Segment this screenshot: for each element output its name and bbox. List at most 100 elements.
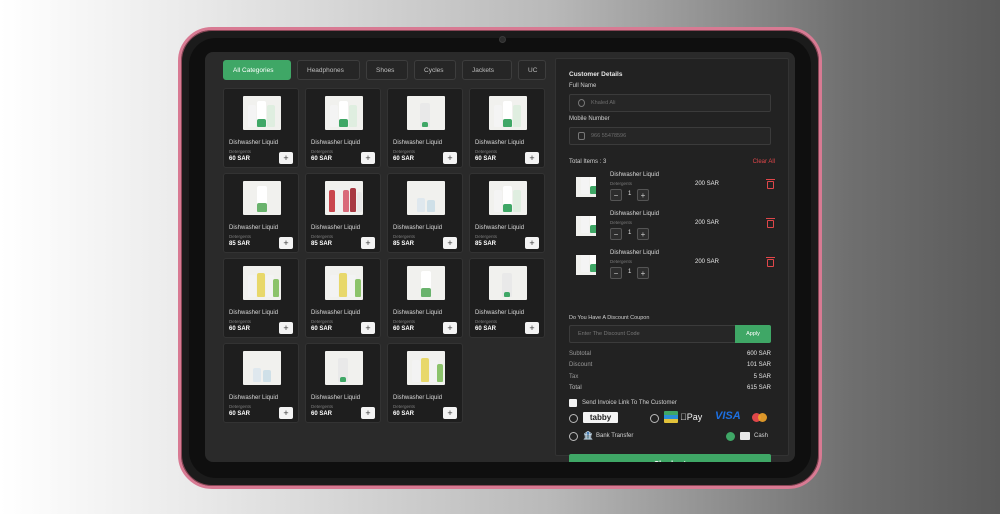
add-to-cart-button[interactable]: +	[361, 407, 375, 419]
product-category: Detergents	[475, 319, 498, 324]
product-card[interactable]: Dishwasher Liquid Detergents 60 SAR +	[387, 258, 463, 338]
trash-icon[interactable]	[766, 218, 775, 228]
full-name-label: Full Name	[569, 83, 597, 89]
category-tabs: All Categories Headphones Shoes Cycles J…	[223, 60, 546, 80]
product-name: Dishwasher Liquid	[393, 140, 443, 146]
add-to-cart-button[interactable]: +	[279, 407, 293, 419]
add-to-cart-button[interactable]: +	[279, 322, 293, 334]
product-category: Detergents	[229, 149, 252, 154]
add-to-cart-button[interactable]: +	[279, 152, 293, 164]
trash-icon[interactable]	[766, 179, 775, 189]
bank-transfer-radio[interactable]	[569, 432, 578, 441]
product-card[interactable]: Dishwasher Liquid Detergents 60 SAR +	[223, 343, 299, 423]
product-image	[325, 266, 363, 300]
mada-icon	[664, 411, 678, 423]
tab-cycles[interactable]: Cycles	[414, 60, 456, 80]
product-card[interactable]: Dishwasher Liquid Detergents 85 SAR +	[223, 173, 299, 253]
clear-all-button[interactable]: Clear All	[753, 159, 775, 165]
decrease-qty-button[interactable]: −	[610, 267, 622, 279]
product-name: Dishwasher Liquid	[229, 310, 279, 316]
increase-qty-button[interactable]: +	[637, 228, 649, 240]
product-price: 60 SAR	[311, 156, 333, 162]
product-price: 60 SAR	[311, 326, 333, 332]
add-to-cart-button[interactable]: +	[361, 237, 375, 249]
product-price: 85 SAR	[475, 241, 497, 247]
add-to-cart-button[interactable]: +	[525, 322, 539, 334]
product-card[interactable]: Dishwasher Liquid Detergents 60 SAR +	[387, 88, 463, 168]
invoice-option[interactable]: Send Invoice Link To The Customer	[569, 399, 677, 407]
increase-qty-button[interactable]: +	[637, 267, 649, 279]
product-image	[407, 351, 445, 385]
coupon-label: Do You Have A Discount Coupon	[569, 315, 650, 321]
add-to-cart-button[interactable]: +	[525, 152, 539, 164]
tab-uc[interactable]: UC	[518, 60, 546, 80]
tab-headphones[interactable]: Headphones	[297, 60, 360, 80]
apple-pay-label: Pay	[680, 412, 703, 422]
tab-shoes[interactable]: Shoes	[366, 60, 408, 80]
product-card[interactable]: Dishwasher Liquid Detergents 60 SAR +	[305, 258, 381, 338]
product-grid: Dishwasher Liquid Detergents 60 SAR + Di…	[223, 88, 545, 423]
product-card[interactable]: Dishwasher Liquid Detergents 60 SAR +	[223, 258, 299, 338]
add-to-cart-button[interactable]: +	[361, 322, 375, 334]
product-category: Detergents	[393, 319, 416, 324]
product-price: 60 SAR	[393, 156, 415, 162]
add-to-cart-button[interactable]: +	[443, 237, 457, 249]
product-name: Dishwasher Liquid	[311, 310, 361, 316]
invoice-checkbox[interactable]	[569, 399, 577, 407]
checkout-button[interactable]: Checkout	[569, 454, 771, 462]
trash-icon[interactable]	[766, 257, 775, 267]
increase-qty-button[interactable]: +	[637, 189, 649, 201]
product-image	[243, 96, 281, 130]
add-to-cart-button[interactable]: +	[443, 152, 457, 164]
product-name: Dishwasher Liquid	[475, 140, 525, 146]
visa-logo: VISA	[715, 410, 741, 422]
product-image	[407, 181, 445, 215]
product-price: 60 SAR	[475, 326, 497, 332]
cash-label: Cash	[754, 433, 769, 439]
add-to-cart-button[interactable]: +	[361, 152, 375, 164]
subtotal-value: 600 SAR	[746, 351, 771, 357]
add-to-cart-button[interactable]: +	[443, 322, 457, 334]
product-card[interactable]: Dishwasher Liquid Detergents 60 SAR +	[469, 88, 545, 168]
product-image	[407, 266, 445, 300]
cash-radio[interactable]	[726, 432, 735, 441]
product-image	[407, 96, 445, 130]
product-category: Detergents	[311, 149, 334, 154]
cart-item-qty: 1	[628, 191, 632, 197]
discount-value: 101 SAR	[746, 362, 771, 368]
product-category: Detergents	[229, 234, 252, 239]
tab-all-categories[interactable]: All Categories	[223, 60, 291, 80]
product-card[interactable]: Dishwasher Liquid Detergents 85 SAR +	[469, 173, 545, 253]
add-to-cart-button[interactable]: +	[443, 407, 457, 419]
full-name-field[interactable]: Khaled Ali	[569, 94, 771, 112]
cart-item-category: Detergents	[610, 181, 633, 186]
add-to-cart-button[interactable]: +	[525, 237, 539, 249]
product-card[interactable]: Dishwasher Liquid Detergents 60 SAR +	[305, 88, 381, 168]
product-name: Dishwasher Liquid	[393, 395, 443, 401]
product-card[interactable]: Dishwasher Liquid Detergents 85 SAR +	[305, 173, 381, 253]
apply-button[interactable]: Apply	[735, 325, 771, 343]
tab-jackets[interactable]: Jackets	[462, 60, 512, 80]
cart-item-name: Dishwasher Liquid	[610, 250, 660, 256]
product-card[interactable]: Dishwasher Liquid Detergents 60 SAR +	[469, 258, 545, 338]
add-to-cart-button[interactable]: +	[279, 237, 293, 249]
product-image	[489, 181, 527, 215]
decrease-qty-button[interactable]: −	[610, 189, 622, 201]
product-price: 60 SAR	[475, 156, 497, 162]
tabby-radio[interactable]	[569, 414, 578, 423]
product-category: Detergents	[311, 319, 334, 324]
product-card[interactable]: Dishwasher Liquid Detergents 85 SAR +	[387, 173, 463, 253]
product-name: Dishwasher Liquid	[311, 140, 361, 146]
product-image	[489, 266, 527, 300]
product-card[interactable]: Dishwasher Liquid Detergents 60 SAR +	[223, 88, 299, 168]
product-name: Dishwasher Liquid	[311, 225, 361, 231]
cart-item-price: 200 SAR	[695, 259, 720, 265]
decrease-qty-button[interactable]: −	[610, 228, 622, 240]
product-card[interactable]: Dishwasher Liquid Detergents 60 SAR +	[305, 343, 381, 423]
mobile-field[interactable]: 966 55478596	[569, 127, 771, 145]
product-card[interactable]: Dishwasher Liquid Detergents 60 SAR +	[387, 343, 463, 423]
card-radio[interactable]	[650, 414, 659, 423]
cart-item-category: Detergents	[610, 259, 633, 264]
order-panel: Customer Details Full Name Khaled Ali Mo…	[555, 58, 789, 462]
coupon-input[interactable]: Enter The Discount Code	[569, 325, 735, 343]
